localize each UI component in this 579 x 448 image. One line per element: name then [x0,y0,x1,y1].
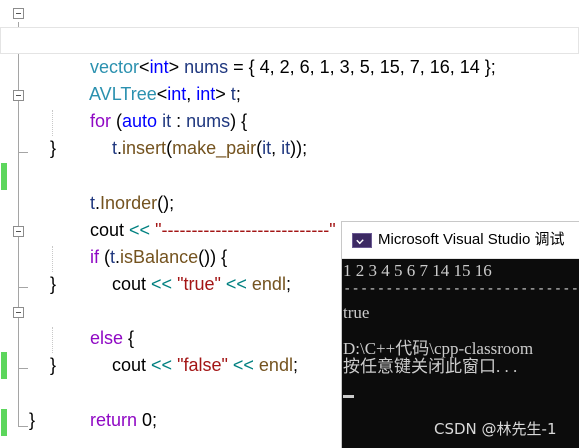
code-line-current[interactable]: vector<int> nums = { 4, 2, 6, 1, 3, 5, 1… [0,27,579,77]
code-line[interactable]: t.Inorder(); [0,163,579,213]
console-line: D:\C++代码\cpp-classroom [343,339,534,358]
console-line: ------------------------------ [343,281,579,297]
console-line: 按任意键关闭此窗口. . . [343,357,518,376]
text-cursor [343,395,354,398]
code-line[interactable]: int main() { [0,0,579,50]
code-text: } [29,410,36,430]
console-title: Microsoft Visual Studio 调试 [378,231,565,248]
console-line: true [343,303,370,322]
code-text: } [50,355,57,375]
code-line[interactable]: for (auto it : nums) { [0,81,579,131]
code-line[interactable]: } [0,135,579,162]
screenshot-root: int main() { vector<int> nums = { 4, 2, … [0,0,579,448]
console-line: 1 2 3 4 5 6 7 14 15 16 [343,261,492,280]
code-line[interactable]: AVLTree<int, int> t; [0,54,579,104]
watermark: CSDN @林先生-1 [434,420,557,438]
code-line[interactable]: t.insert(make_pair(it, it)); [0,108,579,158]
visual-studio-console-icon [352,233,372,248]
code-line[interactable]: cout << "----------------------------" <… [0,190,579,240]
code-text: } [50,274,57,294]
debug-console-window[interactable]: Microsoft Visual Studio 调试 1 2 3 4 5 6 7… [342,222,579,448]
code-text: } [50,138,57,158]
console-title-bar[interactable]: Microsoft Visual Studio 调试 [342,222,579,259]
